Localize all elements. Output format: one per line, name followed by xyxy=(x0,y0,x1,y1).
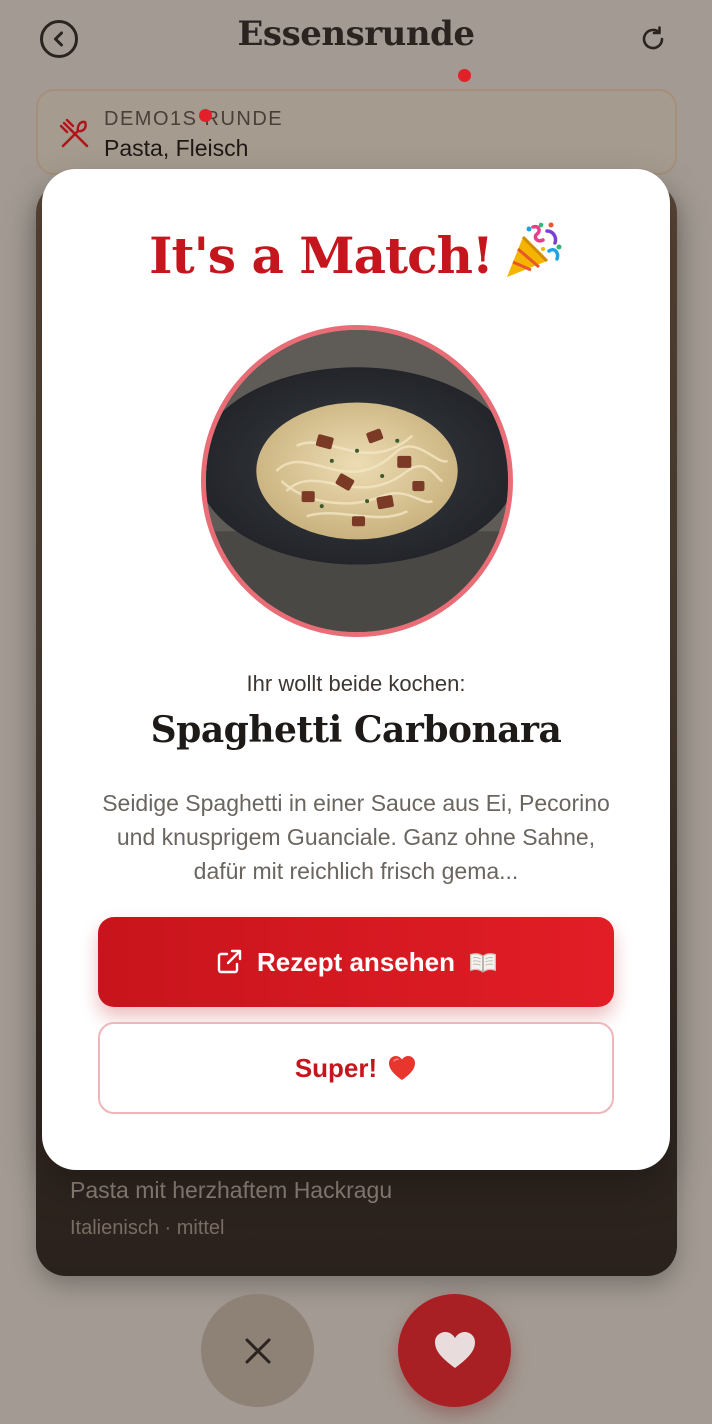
recipe-card-meta: Italienisch · mittel xyxy=(70,1217,225,1239)
cutlery-icon xyxy=(58,117,92,151)
page-title: Essensrunde xyxy=(237,14,475,54)
notification-dot xyxy=(458,69,471,82)
match-subtitle: Ihr wollt beide kochen: xyxy=(246,671,466,696)
heart-icon xyxy=(434,1331,475,1368)
view-recipe-button[interactable]: Rezept ansehen xyxy=(98,917,614,1007)
refresh-icon xyxy=(642,26,664,50)
refresh-button[interactable] xyxy=(636,20,670,58)
dish-name: Spaghetti Carbonara xyxy=(150,709,562,751)
match-modal: It's a Match! Ihr wollt beide kochen: Sp… xyxy=(42,169,670,1170)
match-title: It's a Match! xyxy=(42,221,670,285)
dish-description: Seidige Spaghetti in einer Sauce aus Ei,… xyxy=(102,790,610,884)
round-card[interactable]: DEMO1S RUNDE Pasta, Fleisch xyxy=(36,89,677,175)
close-icon xyxy=(245,1338,270,1363)
round-value: Pasta, Fleisch xyxy=(104,135,249,161)
round-label: DEMO1S RUNDE xyxy=(104,108,284,130)
like-button[interactable] xyxy=(398,1294,511,1407)
super-button[interactable]: Super! xyxy=(98,1022,614,1114)
match-title-text: It's a Match! xyxy=(149,226,494,285)
recipe-card-subtitle: Pasta mit herzhaftem Hackragu xyxy=(70,1177,393,1203)
heart-icon xyxy=(389,1056,416,1080)
dislike-button[interactable] xyxy=(201,1294,314,1407)
app-header: Essensrunde xyxy=(0,0,712,84)
cursor-dot xyxy=(199,109,212,122)
party-popper-icon xyxy=(506,222,562,277)
view-recipe-label: Rezept ansehen xyxy=(257,946,455,977)
super-label: Super! xyxy=(294,1052,378,1083)
book-icon xyxy=(469,953,496,973)
external-link-icon xyxy=(217,949,242,974)
dish-photo xyxy=(201,325,513,637)
